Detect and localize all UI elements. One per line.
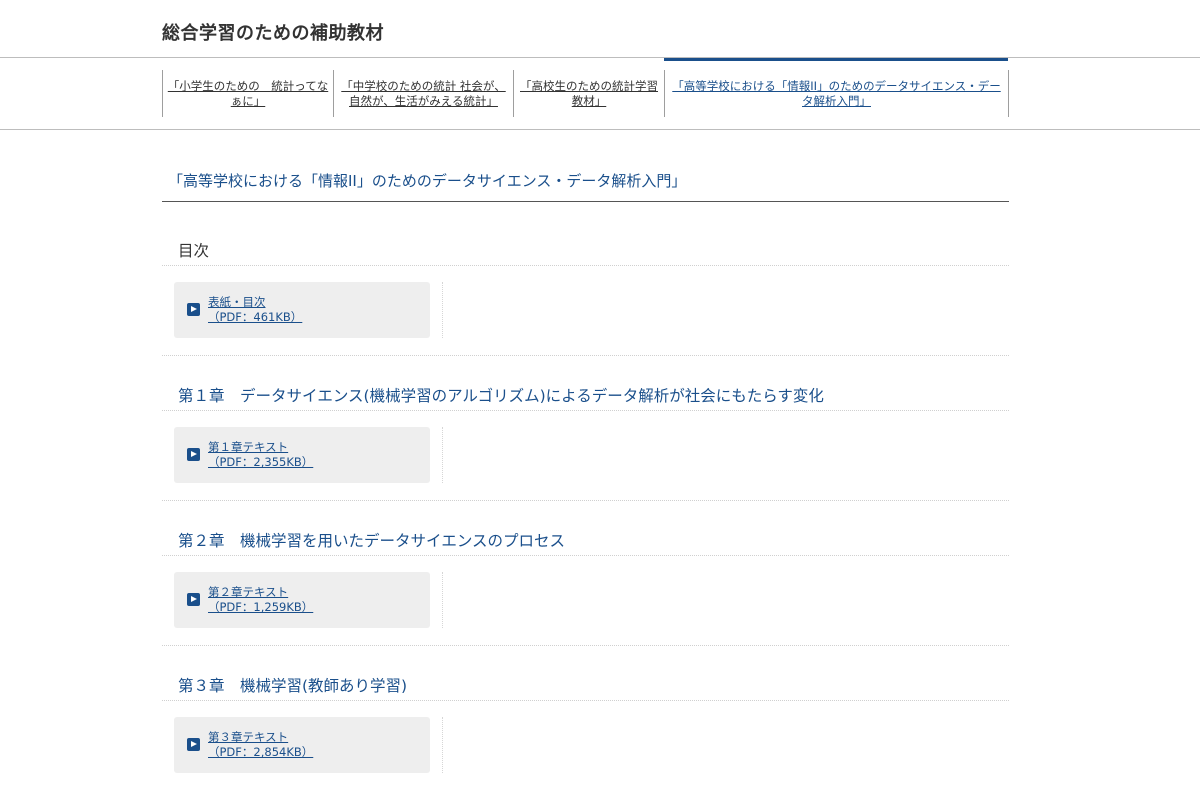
pdf-link-name: 第２章テキスト [208, 585, 289, 599]
site-title: 総合学習のための補助教材 [162, 23, 384, 44]
play-icon [187, 448, 200, 461]
nav-item-elementary[interactable]: 「小学生のための 統計ってなぁに」 [162, 70, 333, 117]
main-nav: 「小学生のための 統計ってなぁに」 「中学校のための統計 社会が、自然が、生活が… [0, 58, 1200, 130]
pdf-link-chapter-3[interactable]: 第３章テキスト （PDF：2,854KB） [208, 730, 423, 760]
pdf-link-box[interactable]: 第１章テキスト （PDF：2,355KB） [174, 427, 430, 483]
pdf-link-size: （PDF：2,854KB） [208, 745, 314, 759]
section-divider [162, 500, 1009, 501]
page-title: 「高等学校における「情報II」のためのデータサイエンス・データ解析入門」 [168, 172, 687, 190]
section-title-chapter-3: 第３章 機械学習(教師あり学習) [178, 677, 408, 695]
pdf-link-size: （PDF：461KB） [208, 310, 303, 324]
pdf-link-name: 第１章テキスト [208, 440, 289, 454]
pdf-link-name: 表紙・目次 [208, 295, 266, 309]
section-title-chapter-2: 第２章 機械学習を用いたデータサイエンスのプロセス [178, 532, 566, 550]
section-title-toc: 目次 [178, 242, 210, 260]
section-divider [162, 645, 1009, 646]
column-separator [442, 427, 443, 483]
nav-item-info2-data-science[interactable]: 「高等学校における「情報II」のためのデータサイエンス・データ解析入門」 [664, 70, 1009, 117]
pdf-link-chapter-2[interactable]: 第２章テキスト （PDF：1,259KB） [208, 585, 423, 615]
nav-active-indicator [664, 58, 1008, 61]
pdf-link-name: 第３章テキスト [208, 730, 289, 744]
section-divider [162, 265, 1009, 266]
pdf-link-size: （PDF：1,259KB） [208, 600, 314, 614]
pdf-link-box[interactable]: 第２章テキスト （PDF：1,259KB） [174, 572, 430, 628]
site-header: 総合学習のための補助教材 [0, 0, 1200, 58]
section-title-chapter-1: 第１章 データサイエンス(機械学習のアルゴリズム)によるデータ解析が社会にもたら… [178, 387, 824, 405]
section-divider [162, 355, 1009, 356]
pdf-link-cover-toc[interactable]: 表紙・目次 （PDF：461KB） [208, 295, 423, 325]
nav-item-high-school[interactable]: 「高校生のための統計学習教材」 [513, 70, 664, 117]
column-separator [442, 572, 443, 628]
play-icon [187, 593, 200, 606]
pdf-link-size: （PDF：2,355KB） [208, 455, 314, 469]
play-icon [187, 303, 200, 316]
section-divider [162, 700, 1009, 701]
column-separator [442, 282, 443, 338]
heading-divider [162, 201, 1009, 202]
column-separator [442, 717, 443, 773]
pdf-link-box[interactable]: 表紙・目次 （PDF：461KB） [174, 282, 430, 338]
pdf-link-chapter-1[interactable]: 第１章テキスト （PDF：2,355KB） [208, 440, 423, 470]
nav-item-junior-high[interactable]: 「中学校のための統計 社会が、自然が、生活がみえる統計」 [333, 70, 513, 117]
pdf-link-box[interactable]: 第３章テキスト （PDF：2,854KB） [174, 717, 430, 773]
section-divider [162, 555, 1009, 556]
section-divider [162, 410, 1009, 411]
play-icon [187, 738, 200, 751]
